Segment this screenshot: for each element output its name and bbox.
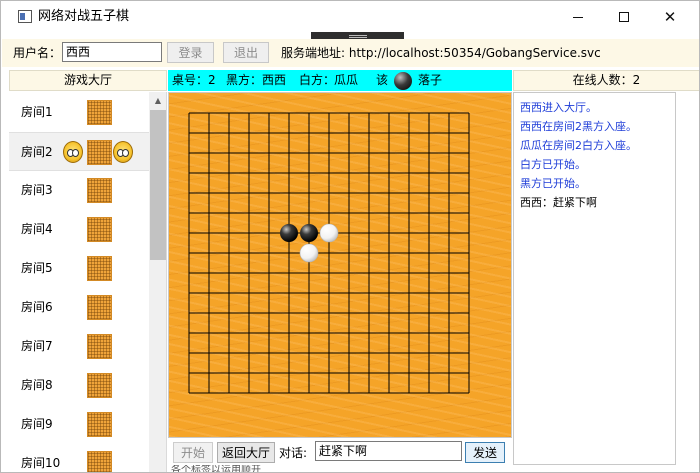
close-icon: ✕ [663, 7, 677, 26]
room-name: 房间8 [21, 378, 53, 392]
maximize-icon [619, 12, 629, 22]
room-board-icon[interactable] [87, 100, 112, 125]
scroll-thumb[interactable] [150, 110, 166, 260]
table-label: 桌号： [172, 73, 209, 87]
room-board-icon[interactable] [87, 256, 112, 281]
room-name: 房间1 [21, 105, 53, 119]
message-item: 西西在房间2黑方入座。 [520, 120, 637, 133]
room-name: 房间7 [21, 339, 53, 353]
room-name: 房间3 [21, 183, 53, 197]
black-stone [280, 224, 298, 242]
turn-prefix: 该 [376, 73, 389, 87]
chat-input[interactable]: 赶紧下啊 [315, 441, 462, 461]
white-seat-avatar-icon[interactable] [113, 141, 133, 163]
table-number: 2 [208, 73, 216, 87]
room-board-icon[interactable] [87, 217, 112, 242]
service-label: 服务端地址: [281, 46, 346, 60]
login-button[interactable]: 登录 [167, 42, 214, 63]
white-stone [299, 243, 319, 263]
black-stone [300, 224, 318, 242]
room-board-icon[interactable] [87, 373, 112, 398]
message-item: 西西：赶紧下啊 [520, 196, 597, 209]
turn-black-stone-icon [394, 72, 412, 90]
black-seat-avatar-icon[interactable] [63, 141, 83, 163]
message-item: 黑方已开始。 [520, 177, 586, 190]
room-board-icon[interactable] [87, 178, 112, 203]
game-status-bar: 桌号： 2 黑方： 西西 白方： 瓜瓜 该 落子 [168, 70, 512, 91]
username-label: 用户名： [13, 46, 62, 60]
return-lobby-button[interactable]: 返回大厅 [217, 442, 275, 463]
room-name: 房间2 [21, 145, 53, 159]
message-item: 瓜瓜在房间2白方入座。 [520, 139, 637, 152]
start-button[interactable]: 开始 [173, 442, 213, 463]
room-item[interactable]: 房间3 [9, 171, 149, 210]
room-board-icon[interactable] [87, 451, 112, 472]
room-name: 房间9 [21, 417, 53, 431]
background-text-strip: 各个标签以运用顺开 [171, 465, 261, 473]
black-label: 黑方： [226, 73, 263, 87]
room-item[interactable]: 房间10 [9, 444, 149, 472]
white-label: 白方： [299, 73, 336, 87]
room-board-icon[interactable] [87, 334, 112, 359]
title-bar[interactable]: 网络对战五子棋 ✕ [1, 1, 699, 33]
close-button[interactable]: ✕ [647, 1, 693, 33]
username-input[interactable]: 西西 [62, 42, 162, 62]
room-board-icon[interactable] [87, 140, 112, 165]
white-stone [319, 223, 339, 243]
message-log: 西西进入大厅。西西在房间2黑方入座。 瓜瓜在房间2白方入座。 白方已开始。 黑方已开始… [513, 92, 676, 465]
minimize-button[interactable] [555, 1, 601, 33]
room-name: 房间6 [21, 300, 53, 314]
room-item[interactable]: 房间5 [9, 249, 149, 288]
room-board-icon[interactable] [87, 295, 112, 320]
service-url: http://localhost:50354/GobangService.svc [348, 46, 601, 60]
window-title: 网络对战五子棋 [38, 9, 130, 24]
room-item[interactable]: 房间7 [9, 327, 149, 366]
service-address: 服务端地址: http://localhost:50354/GobangServ… [281, 46, 601, 60]
room-name: 房间4 [21, 222, 53, 236]
message-item: 西西进入大厅。 [520, 101, 597, 114]
turn-suffix: 落子 [418, 73, 443, 87]
online-count: 在线人数：2 [513, 70, 699, 91]
scroll-up-arrow-icon[interactable]: ▲ [149, 92, 166, 109]
chat-label: 对话: [279, 446, 308, 460]
app-icon [18, 10, 32, 23]
room-item[interactable]: 房间6 [9, 288, 149, 327]
login-toolbar: 用户名： 西西 登录 退出 服务端地址: http://localhost:50… [2, 39, 699, 67]
black-player: 西西 [262, 73, 287, 87]
room-list-scrollbar[interactable]: ▲ [149, 92, 166, 472]
gobang-board[interactable] [168, 92, 512, 438]
app-window: 网络对战五子棋 ✕ 用户名： 西西 登录 退出 服务端地址: http://lo… [0, 0, 700, 473]
room-board-icon[interactable] [87, 412, 112, 437]
room-item[interactable]: 房间9 [9, 405, 149, 444]
room-item[interactable]: 房间4 [9, 210, 149, 249]
room-item[interactable]: 房间2 [9, 132, 149, 171]
logout-button[interactable]: 退出 [223, 42, 269, 63]
room-list: 房间1 房间2 房间3 房间4 房间5 房间6 房间7 房间8 房间9 房间10 ▲ [9, 92, 167, 472]
minimize-icon [573, 16, 583, 18]
message-item: 白方已开始。 [520, 158, 586, 171]
send-button[interactable]: 发送 [465, 442, 505, 463]
lobby-header: 游戏大厅 [9, 70, 167, 91]
room-name: 房间5 [21, 261, 53, 275]
maximize-button[interactable] [601, 1, 647, 33]
room-name: 房间10 [21, 456, 61, 470]
board-grid[interactable] [169, 93, 513, 439]
room-item[interactable]: 房间1 [9, 93, 149, 132]
white-player: 瓜瓜 [334, 73, 359, 87]
room-item[interactable]: 房间8 [9, 366, 149, 405]
